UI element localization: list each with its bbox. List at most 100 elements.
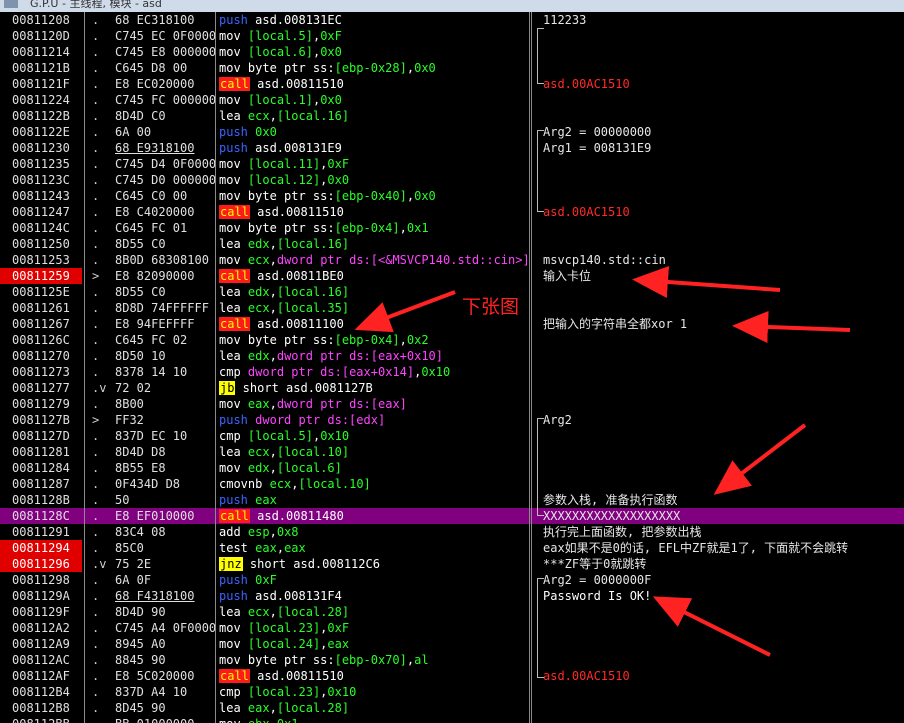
code-row[interactable]: 00811287. 0F434D D8 cmovnb ecx,[local.10] <box>0 476 904 492</box>
asm-token: asd.008131EC <box>247 13 342 27</box>
code-row[interactable]: 00811253. 8B0D 68308100 mov ecx,dword ptr … <box>0 252 904 268</box>
code-row[interactable]: 00811259 > E8 82090000 call asd.00811BE0 输入卡… <box>0 268 904 284</box>
code-row[interactable]: 008112B4. 837D A4 10 cmp [local.23],0x10 <box>0 684 904 700</box>
row-flow-marker: . <box>92 109 100 123</box>
code-row[interactable]: 00811224. C745 FC 00000000 mov [local.1],0… <box>0 92 904 108</box>
row-hex-bytes: C745 EC 0F000000 <box>115 29 215 43</box>
row-disassembly: lea edx,[local.16] <box>219 236 527 252</box>
code-row[interactable]: 008112A9. 8945 A0 mov [local.24],eax <box>0 636 904 652</box>
asm-token: asd.00811510 <box>249 77 344 91</box>
code-row[interactable]: 0081128C. E8 EF010000 call asd.00811480 XXX… <box>0 508 904 524</box>
row-address: 008112BB <box>0 716 82 723</box>
asm-token: [ebp-0x70] <box>334 653 407 667</box>
row-flow-marker: . <box>92 445 100 459</box>
row-flow-marker: . <box>92 716 114 723</box>
code-row[interactable]: 00811243. C645 C0 00 mov byte ptr ss:[ebp-… <box>0 188 904 204</box>
code-row[interactable]: 00811281. 8D4D D8 lea ecx,[local.10] <box>0 444 904 460</box>
asm-token: ecx <box>269 477 292 491</box>
code-row[interactable]: 00811235. C745 D4 0F000000 mov [local.11],… <box>0 156 904 172</box>
row-hex-bytes: 8D4D 90 <box>115 605 166 619</box>
code-row[interactable]: 0081124C. C645 FC 01 mov byte ptr ss:[ebp-… <box>0 220 904 236</box>
row-flow-marker: . <box>92 125 100 139</box>
code-row[interactable]: 00811298. 6A 0F push 0xF Arg2 = 0000000F <box>0 572 904 588</box>
code-row[interactable]: 0081120D. C745 EC 0F000000 mov [local.5],0… <box>0 28 904 44</box>
asm-token: mov <box>219 157 241 171</box>
row-comment: Arg2 <box>543 413 572 427</box>
asm-token: push <box>219 573 248 587</box>
code-row[interactable]: 008112B8. 8D45 90 lea eax,[local.28] <box>0 700 904 716</box>
code-row[interactable]: 0081121B. C645 D8 00 mov byte ptr ss:[ebp-… <box>0 60 904 76</box>
code-row[interactable]: 008112AF. E8 5C020000 call asd.00811510 asd… <box>0 668 904 684</box>
row-disassembly: call asd.00811BE0 <box>219 268 527 284</box>
row-address: 008112AF <box>12 669 70 683</box>
code-row[interactable]: 0081127B > FF32 push dword ptr ds:[edx] Arg2 <box>0 412 904 428</box>
asm-token <box>241 701 248 715</box>
code-row[interactable]: 00811261. 8D8D 74FFFFFF lea ecx,[local.35] <box>0 300 904 316</box>
row-disassembly: cmp [local.23],0x10 <box>219 684 527 700</box>
row-flow-marker: . <box>92 589 100 603</box>
window-title: G.P.U - 主线程, 模块 - asd <box>30 0 162 10</box>
code-row[interactable]: 00811294. 85C0 test eax,eax eax如果不是0的话, EFL… <box>0 540 904 556</box>
disassembly-pane[interactable]: 00811208. 68 EC318100 push asd.008131EC 112… <box>0 12 904 723</box>
asm-token: byte ptr ss: <box>240 221 335 235</box>
code-row[interactable]: 008112BB.BB 01000000 mov ebx,0x1 <box>0 716 904 723</box>
row-address: 00811281 <box>12 445 70 459</box>
asm-token: [local.6] <box>247 45 313 59</box>
row-disassembly: lea ecx,[local.10] <box>219 444 527 460</box>
row-address: 008112B4 <box>12 685 70 699</box>
row-disassembly: jnz short asd.008112C6 <box>219 556 527 572</box>
asm-token: , <box>406 189 415 203</box>
code-row[interactable]: 00811247. E8 C4020000 call asd.00811510 asd… <box>0 204 904 220</box>
asm-token: [ebp-0x40] <box>334 189 407 203</box>
code-row[interactable]: 0081127D. 837D EC 10 cmp [local.5],0x10 <box>0 428 904 444</box>
row-flow-marker: . <box>92 61 100 75</box>
code-row[interactable]: 00811270. 8D50 10 lea edx,dword ptr ds:[ea… <box>0 348 904 364</box>
code-row[interactable]: 00811208. 68 EC318100 push asd.008131EC 112… <box>0 12 904 28</box>
asm-token: [ebp-0x28] <box>334 61 407 75</box>
row-address: 0081126C <box>12 333 70 347</box>
asm-token: push <box>219 125 248 139</box>
row-hex-bytes: C745 E8 00000000 <box>115 45 215 59</box>
code-row[interactable]: 0081126C. C645 FC 02 mov byte ptr ss:[ebp-… <box>0 332 904 348</box>
code-row[interactable]: 00811291. 83C4 08 add esp,0x8 执行完上面函数, 把参数出… <box>0 524 904 540</box>
row-hex-bytes: BB 01000000 <box>115 716 215 723</box>
row-hex-bytes: 8D8D 74FFFFFF <box>115 301 209 315</box>
code-row[interactable]: 00811284. 8B55 E8 mov edx,[local.6] <box>0 460 904 476</box>
code-row[interactable]: 00811267. E8 94FEFFFF call asd.00811100 把输入… <box>0 316 904 332</box>
row-flow-marker: . <box>92 605 100 619</box>
code-row[interactable]: 0081129F. 8D4D 90 lea ecx,[local.28] <box>0 604 904 620</box>
row-address: 0081120D <box>12 29 70 43</box>
asm-token: mov <box>219 29 241 43</box>
code-row[interactable]: 0081128B. 50 push eax 参数入栈, 准备执行函数 <box>0 492 904 508</box>
code-row[interactable]: 00811296 .v 75 2E jnz short asd.008112C6 ***… <box>0 556 904 572</box>
row-disassembly: call asd.00811510 <box>219 204 527 220</box>
asm-token: ecx <box>247 605 270 619</box>
code-row[interactable]: 00811277 .v 72 02 jb short asd.0081127B <box>0 380 904 396</box>
code-row[interactable]: 00811214. C745 E8 00000000 mov [local.6],0… <box>0 44 904 60</box>
row-hex-bytes: 68 F4318100 <box>115 589 195 603</box>
code-row[interactable]: 0081125E. 8D55 C0 lea edx,[local.16] <box>0 284 904 300</box>
row-hex-bytes: 83C4 08 <box>115 525 166 539</box>
asm-token: eax <box>255 541 277 555</box>
code-row[interactable]: 0081122E. 6A 00 push 0x0 Arg2 = 00000000 <box>0 124 904 140</box>
code-row[interactable]: 00811230. 68 E9318100 push asd.008131E9 Arg… <box>0 140 904 156</box>
code-row[interactable]: 0081122B. 8D4D C0 lea ecx,[local.16] <box>0 108 904 124</box>
code-row[interactable]: 00811273. 8378 14 10 cmp dword ptr ds:[eax… <box>0 364 904 380</box>
asm-token: , <box>291 477 299 491</box>
asm-token: , <box>269 237 277 251</box>
column-divider <box>84 12 85 723</box>
code-row[interactable]: 0081123C. C745 D0 00000000 mov [local.12],… <box>0 172 904 188</box>
asm-token: edx <box>247 349 270 363</box>
code-row[interactable]: 0081129A. 68 F4318100 push asd.008131F4 Pas… <box>0 588 904 604</box>
asm-token: lea <box>219 301 241 315</box>
asm-token: , <box>269 605 277 619</box>
code-row[interactable]: 00811279. 8B00 mov eax,dword ptr ds:[eax] <box>0 396 904 412</box>
asm-token: , <box>399 221 407 235</box>
asm-token: lea <box>219 349 241 363</box>
asm-token: [local.16] <box>276 285 350 299</box>
code-row[interactable]: 008112AC. 8845 90 mov byte ptr ss:[ebp-0x7… <box>0 652 904 668</box>
code-row[interactable]: 008112A2. C745 A4 0F000000 mov [local.23],… <box>0 620 904 636</box>
code-row[interactable]: 00811250. 8D55 C0 lea edx,[local.16] <box>0 236 904 252</box>
asm-token: 0x2 <box>406 333 429 347</box>
code-row[interactable]: 0081121F. E8 EC020000 call asd.00811510 asd… <box>0 76 904 92</box>
